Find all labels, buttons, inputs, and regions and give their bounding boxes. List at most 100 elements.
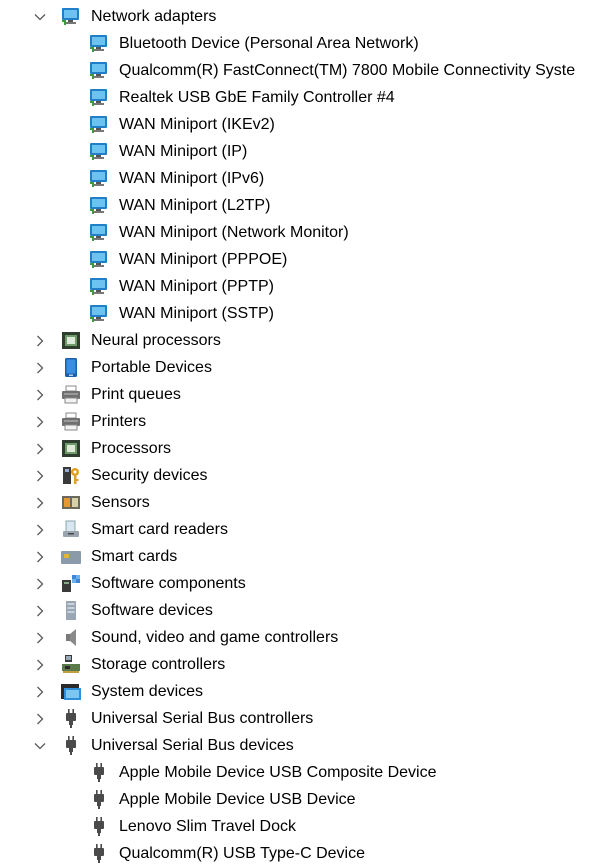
- tree-category-software-components[interactable]: Software components: [0, 570, 607, 597]
- tree-item-label: WAN Miniport (IP): [119, 143, 248, 160]
- chevron-right-icon[interactable]: [30, 543, 50, 570]
- chevron-right-icon[interactable]: [30, 462, 50, 489]
- tree-device-wan-miniport-l2tp[interactable]: WAN Miniport (L2TP): [0, 192, 607, 219]
- tree-item-label: System devices: [91, 683, 204, 700]
- network-adapter-icon: [89, 250, 109, 269]
- network-adapter-icon: [89, 277, 109, 296]
- tree-item-label: Neural processors: [91, 332, 221, 349]
- network-adapter-icon: [89, 88, 109, 107]
- tree-device-wan-miniport-ip[interactable]: WAN Miniport (IP): [0, 138, 607, 165]
- software-device-icon: [61, 601, 81, 620]
- network-adapter-icon: [89, 34, 109, 53]
- tree-device-apple-mobile-device-usb-device[interactable]: Apple Mobile Device USB Device: [0, 786, 607, 813]
- tree-device-qualcomm-r-usb-type-c-device[interactable]: Qualcomm(R) USB Type-C Device: [0, 840, 607, 867]
- printer-icon: [61, 412, 81, 431]
- network-adapter-icon: [89, 223, 109, 242]
- tree-category-printers[interactable]: Printers: [0, 408, 607, 435]
- tree-device-wan-miniport-sstp[interactable]: WAN Miniport (SSTP): [0, 300, 607, 327]
- tree-category-universal-serial-bus-devices[interactable]: Universal Serial Bus devices: [0, 732, 607, 759]
- tree-item-label: Qualcomm(R) FastConnect(TM) 7800 Mobile …: [119, 62, 576, 79]
- tree-category-smart-cards[interactable]: Smart cards: [0, 543, 607, 570]
- tree-category-security-devices[interactable]: Security devices: [0, 462, 607, 489]
- tree-item-label: WAN Miniport (PPPOE): [119, 251, 288, 268]
- usb-plug-icon: [89, 763, 109, 782]
- tree-device-bluetooth-device-personal-area-network[interactable]: Bluetooth Device (Personal Area Network): [0, 30, 607, 57]
- tree-device-wan-miniport-pptp[interactable]: WAN Miniport (PPTP): [0, 273, 607, 300]
- usb-plug-icon: [89, 790, 109, 809]
- chevron-right-icon[interactable]: [30, 597, 50, 624]
- network-adapter-icon: [61, 7, 81, 26]
- tree-device-wan-miniport-network-monitor[interactable]: WAN Miniport (Network Monitor): [0, 219, 607, 246]
- chevron-right-icon[interactable]: [30, 678, 50, 705]
- tree-item-label: Lenovo Slim Travel Dock: [119, 818, 296, 835]
- tree-item-label: Smart card readers: [91, 521, 228, 538]
- tree-item-label: WAN Miniport (IPv6): [119, 170, 265, 187]
- tree-device-wan-miniport-pppoe[interactable]: WAN Miniport (PPPOE): [0, 246, 607, 273]
- security-key-icon: [61, 466, 81, 485]
- network-adapter-icon: [89, 169, 109, 188]
- tree-category-storage-controllers[interactable]: Storage controllers: [0, 651, 607, 678]
- smart-card-reader-icon: [61, 520, 81, 539]
- network-adapter-icon: [89, 142, 109, 161]
- portable-device-icon: [61, 358, 81, 377]
- tree-device-apple-mobile-device-usb-composite-device[interactable]: Apple Mobile Device USB Composite Device: [0, 759, 607, 786]
- tree-item-label: Realtek USB GbE Family Controller #4: [119, 89, 395, 106]
- tree-category-portable-devices[interactable]: Portable Devices: [0, 354, 607, 381]
- chevron-right-icon[interactable]: [30, 354, 50, 381]
- network-adapter-icon: [89, 196, 109, 215]
- tree-category-sound-video-and-game-controllers[interactable]: Sound, video and game controllers: [0, 624, 607, 651]
- chevron-right-icon[interactable]: [30, 381, 50, 408]
- tree-item-label: Storage controllers: [91, 656, 226, 673]
- tree-device-lenovo-slim-travel-dock[interactable]: Lenovo Slim Travel Dock: [0, 813, 607, 840]
- tree-category-smart-card-readers[interactable]: Smart card readers: [0, 516, 607, 543]
- tree-category-neural-processors[interactable]: Neural processors: [0, 327, 607, 354]
- tree-item-label: Portable Devices: [91, 359, 212, 376]
- chevron-right-icon[interactable]: [30, 570, 50, 597]
- tree-category-network-adapters[interactable]: Network adapters: [0, 3, 607, 30]
- tree-item-label: Software components: [91, 575, 246, 592]
- chevron-right-icon[interactable]: [30, 705, 50, 732]
- software-component-icon: [61, 574, 81, 593]
- tree-item-label: Qualcomm(R) USB Type-C Device: [119, 845, 365, 862]
- chevron-right-icon[interactable]: [30, 327, 50, 354]
- chip-icon: [61, 331, 81, 350]
- chevron-right-icon[interactable]: [30, 651, 50, 678]
- tree-category-processors[interactable]: Processors: [0, 435, 607, 462]
- tree-category-system-devices[interactable]: System devices: [0, 678, 607, 705]
- network-adapter-icon: [89, 115, 109, 134]
- chevron-right-icon[interactable]: [30, 516, 50, 543]
- storage-controller-icon: [61, 655, 81, 674]
- usb-plug-icon: [61, 736, 81, 755]
- usb-plug-icon: [61, 709, 81, 728]
- tree-category-sensors[interactable]: Sensors: [0, 489, 607, 516]
- chevron-down-icon[interactable]: [30, 732, 50, 759]
- tree-item-label: Processors: [91, 440, 172, 457]
- tree-item-label: WAN Miniport (Network Monitor): [119, 224, 349, 241]
- usb-plug-icon: [89, 817, 109, 836]
- smart-card-icon: [61, 547, 81, 566]
- chevron-right-icon[interactable]: [30, 435, 50, 462]
- tree-item-label: Universal Serial Bus devices: [91, 737, 294, 754]
- tree-item-label: WAN Miniport (L2TP): [119, 197, 271, 214]
- chevron-right-icon[interactable]: [30, 408, 50, 435]
- device-tree: Network adapters Bluetooth Device (Person…: [0, 3, 607, 867]
- chevron-down-icon[interactable]: [30, 3, 50, 30]
- tree-category-software-devices[interactable]: Software devices: [0, 597, 607, 624]
- chevron-right-icon[interactable]: [30, 624, 50, 651]
- tree-item-label: Smart cards: [91, 548, 178, 565]
- tree-item-label: Security devices: [91, 467, 208, 484]
- speaker-icon: [61, 628, 81, 647]
- tree-device-wan-miniport-ikev2[interactable]: WAN Miniport (IKEv2): [0, 111, 607, 138]
- tree-item-label: Network adapters: [91, 8, 217, 25]
- tree-item-label: Sound, video and game controllers: [91, 629, 339, 646]
- tree-item-label: Apple Mobile Device USB Composite Device: [119, 764, 437, 781]
- tree-category-universal-serial-bus-controllers[interactable]: Universal Serial Bus controllers: [0, 705, 607, 732]
- network-adapter-icon: [89, 61, 109, 80]
- tree-device-qualcomm-r-fastconnect-tm-7800-mobile-connectivity-syste[interactable]: Qualcomm(R) FastConnect(TM) 7800 Mobile …: [0, 57, 607, 84]
- tree-device-realtek-usb-gbe-family-controller-4[interactable]: Realtek USB GbE Family Controller #4: [0, 84, 607, 111]
- chevron-right-icon[interactable]: [30, 489, 50, 516]
- tree-category-print-queues[interactable]: Print queues: [0, 381, 607, 408]
- tree-item-label: WAN Miniport (IKEv2): [119, 116, 275, 133]
- printer-icon: [61, 385, 81, 404]
- tree-device-wan-miniport-ipv6[interactable]: WAN Miniport (IPv6): [0, 165, 607, 192]
